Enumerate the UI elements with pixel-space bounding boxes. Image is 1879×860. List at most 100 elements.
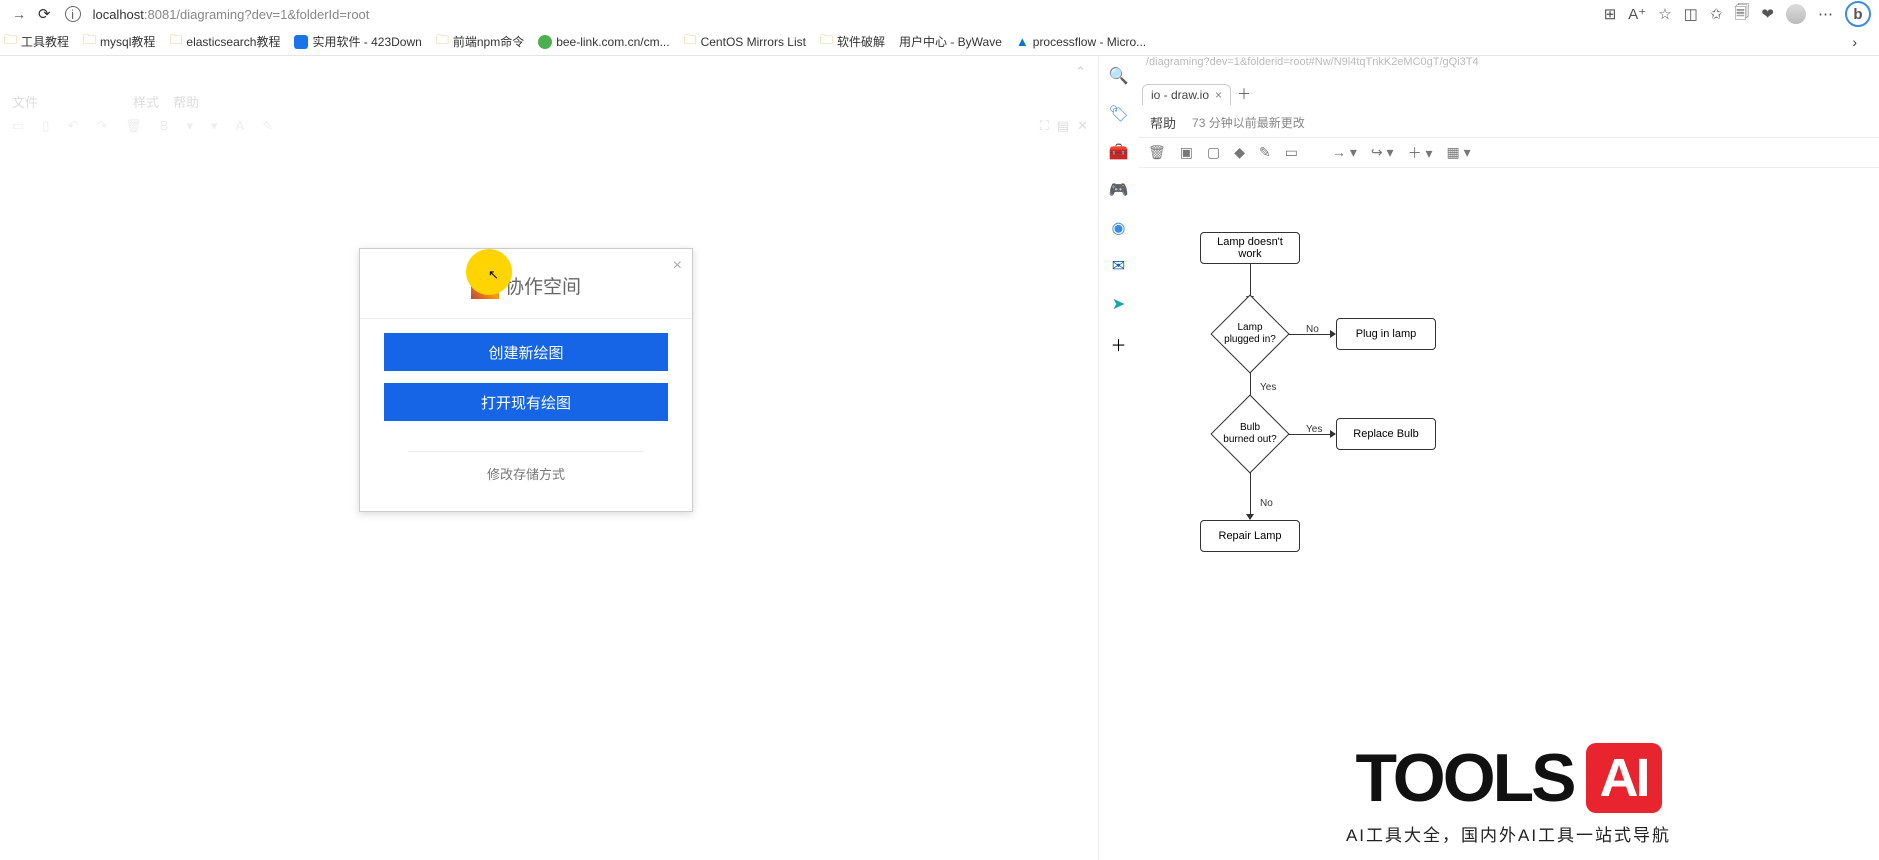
bookmark-label: bee-link.com.cn/cm... bbox=[556, 35, 669, 49]
collapse-icon[interactable]: ⌃ bbox=[1075, 64, 1086, 80]
tool-icon[interactable]: ▯ bbox=[42, 118, 49, 136]
refresh-icon[interactable]: ⟳ bbox=[38, 5, 51, 23]
bookmark-item[interactable]: 🗀前端npm命令 bbox=[436, 31, 524, 53]
bookmark-item[interactable]: 🗀elasticsearch教程 bbox=[169, 31, 280, 53]
edit-icon[interactable]: ✎ bbox=[1259, 144, 1271, 161]
extensions-icon[interactable]: ❤ bbox=[1761, 5, 1774, 23]
tool-icon[interactable]: ✎ bbox=[262, 118, 273, 136]
tool-icon[interactable]: A bbox=[236, 118, 245, 136]
favorites-list-icon[interactable]: ✩ bbox=[1710, 5, 1723, 23]
collections-icon[interactable]: 🗐 bbox=[1734, 2, 1749, 27]
trash-icon[interactable]: 🗑 bbox=[1148, 144, 1166, 161]
fullscreen-icon[interactable]: ⛶ bbox=[1040, 118, 1049, 134]
tools-icon[interactable]: 🧰 bbox=[1109, 142, 1129, 162]
modal-footer-link[interactable]: 修改存储方式 bbox=[408, 451, 644, 503]
fc-decision-bulb[interactable]: Bulb burned out? bbox=[1210, 394, 1290, 474]
menu-item[interactable] bbox=[52, 92, 65, 111]
toback-icon[interactable]: ▢ bbox=[1207, 144, 1220, 161]
edge-sidebar: 🔍 🏷 🧰 🎮 ◉ ✉ ➤ ＋ bbox=[1098, 56, 1138, 860]
games-icon[interactable]: 🎮 bbox=[1109, 180, 1129, 200]
profile-avatar[interactable] bbox=[1786, 4, 1806, 24]
open-existing-button[interactable]: 打开现有绘图 bbox=[384, 383, 668, 421]
close-icon[interactable]: ✕ bbox=[1077, 118, 1088, 134]
add-icon[interactable]: ＋ bbox=[1110, 332, 1126, 356]
tool-icon[interactable]: ▾ bbox=[186, 118, 193, 136]
left-editor-pane: ⌃ 文件 样式 帮助 ▭ ▯ ↶ ↷ 🗑 B ▾ ▾ A ✎ ⛶ ▤ ✕ bbox=[0, 56, 1098, 860]
welcome-modal: ↖ × 协作空间 创建新绘图 打开现有绘图 修改存储方式 bbox=[359, 248, 693, 512]
fc-end[interactable]: Repair Lamp bbox=[1200, 520, 1300, 552]
outlook-icon[interactable]: ✉ bbox=[1112, 256, 1125, 276]
tab-drawio[interactable]: io - draw.io × bbox=[1142, 84, 1231, 105]
bookmark-item[interactable]: 🗀工具教程 bbox=[4, 31, 69, 53]
clear-icon[interactable]: ▭ bbox=[1285, 144, 1298, 161]
more-icon[interactable]: ⋯ bbox=[1818, 5, 1833, 23]
new-tab-icon[interactable]: ＋ bbox=[1237, 84, 1251, 104]
site-icon bbox=[538, 35, 552, 49]
fill-icon[interactable]: ◆ bbox=[1234, 144, 1245, 161]
bookmark-label: 实用软件 - 423Down bbox=[312, 33, 421, 50]
folder-icon: 🗀 bbox=[169, 31, 182, 53]
search-icon[interactable]: 🔍 bbox=[1109, 66, 1129, 86]
bookmark-item[interactable]: bee-link.com.cn/cm... bbox=[538, 35, 669, 49]
bookmark-item[interactable]: ▲ processflow - Micro... bbox=[1016, 34, 1146, 49]
bookmark-item[interactable]: 🗀软件破解 bbox=[820, 31, 885, 53]
folder-icon: 🗀 bbox=[436, 31, 449, 53]
app-icon[interactable]: ⊞ bbox=[1604, 5, 1617, 23]
fc-action-replace[interactable]: Replace Bulb bbox=[1336, 418, 1436, 450]
waypoint-icon[interactable]: ↪ ▾ bbox=[1371, 144, 1394, 161]
shopping-icon[interactable]: 🏷 bbox=[1108, 104, 1128, 124]
folder-icon: 🗀 bbox=[820, 31, 833, 53]
save-status: 73 分钟以前最新更改 bbox=[1192, 114, 1305, 131]
folder-icon: 🗀 bbox=[83, 31, 96, 53]
drawio-canvas[interactable]: Lamp doesn't work Lamp plugged in? No Pl… bbox=[1138, 168, 1879, 860]
grid-icon[interactable]: ▤ bbox=[1057, 118, 1069, 134]
tool-icon[interactable]: ↷ bbox=[96, 118, 107, 136]
create-new-button[interactable]: 创建新绘图 bbox=[384, 333, 668, 371]
fc-start[interactable]: Lamp doesn't work bbox=[1200, 232, 1300, 264]
menu-help[interactable]: 帮助 bbox=[1150, 113, 1176, 132]
fc-action-plugin[interactable]: Plug in lamp bbox=[1336, 318, 1436, 350]
menu-item[interactable] bbox=[79, 92, 92, 111]
send-icon[interactable]: ➤ bbox=[1112, 294, 1125, 314]
forward-icon[interactable]: → bbox=[8, 6, 30, 22]
tools-text: TOOLS bbox=[1356, 739, 1574, 817]
tofront-icon[interactable]: ▣ bbox=[1180, 144, 1193, 161]
right-reference-pane: /diagraming?dev=1&folderid=root#Nw/N9l4t… bbox=[1138, 56, 1879, 860]
tool-icon[interactable]: B bbox=[160, 118, 169, 136]
bookmarks-overflow-icon[interactable]: › bbox=[1852, 34, 1857, 50]
fc-text: Lamp plugged in? bbox=[1224, 322, 1276, 346]
bookmark-item[interactable]: 实用软件 - 423Down bbox=[294, 33, 421, 50]
ai-badge: AI bbox=[1586, 743, 1662, 813]
tool-icon[interactable]: 🗑 bbox=[125, 118, 142, 136]
menu-item[interactable]: 文件 bbox=[12, 92, 38, 111]
table-icon[interactable]: ▦ ▾ bbox=[1447, 144, 1471, 161]
fc-decision-plugged[interactable]: Lamp plugged in? bbox=[1210, 294, 1290, 374]
tool-icon[interactable]: ▭ bbox=[12, 118, 24, 136]
tool-icon[interactable]: ↶ bbox=[67, 118, 78, 136]
favorite-icon[interactable]: ☆ bbox=[1658, 5, 1671, 23]
fc-label-no2: No bbox=[1260, 498, 1273, 509]
bing-icon[interactable]: b bbox=[1845, 1, 1871, 27]
editor-right-tools: ⛶ ▤ ✕ bbox=[1040, 118, 1088, 134]
bookmark-item[interactable]: 🗀mysql教程 bbox=[83, 31, 155, 53]
bookmark-item[interactable]: 🗀CentOS Mirrors List bbox=[684, 31, 806, 53]
fc-text: Plug in lamp bbox=[1356, 328, 1417, 340]
office-icon[interactable]: ◉ bbox=[1112, 218, 1126, 238]
menu-item[interactable] bbox=[106, 92, 119, 111]
bookmark-item[interactable]: 用户中心 - ByWave bbox=[899, 33, 1002, 50]
site-info-icon[interactable]: i bbox=[65, 6, 81, 22]
azure-icon: ▲ bbox=[1016, 34, 1029, 49]
modal-close-icon[interactable]: × bbox=[673, 257, 682, 275]
menu-item[interactable]: 样式 bbox=[133, 92, 159, 111]
browser-address-bar: → ⟳ i localhost:8081/diagraming?dev=1&fo… bbox=[0, 0, 1879, 28]
menu-item[interactable]: 帮助 bbox=[173, 92, 199, 111]
insert-icon[interactable]: ＋ ▾ bbox=[1408, 143, 1433, 163]
tab-close-icon[interactable]: × bbox=[1215, 88, 1222, 102]
line-icon[interactable]: → ▾ bbox=[1332, 144, 1357, 161]
read-aloud-icon[interactable]: A⁺ bbox=[1628, 5, 1646, 23]
tool-icon[interactable]: ▾ bbox=[211, 118, 218, 136]
bookmark-label: processflow - Micro... bbox=[1033, 35, 1146, 49]
right-url-fragment: /diagraming?dev=1&folderid=root#Nw/N9l4t… bbox=[1138, 56, 1879, 80]
split-icon[interactable]: ◫ bbox=[1684, 5, 1698, 23]
address-url[interactable]: localhost:8081/diagraming?dev=1&folderId… bbox=[93, 7, 370, 22]
